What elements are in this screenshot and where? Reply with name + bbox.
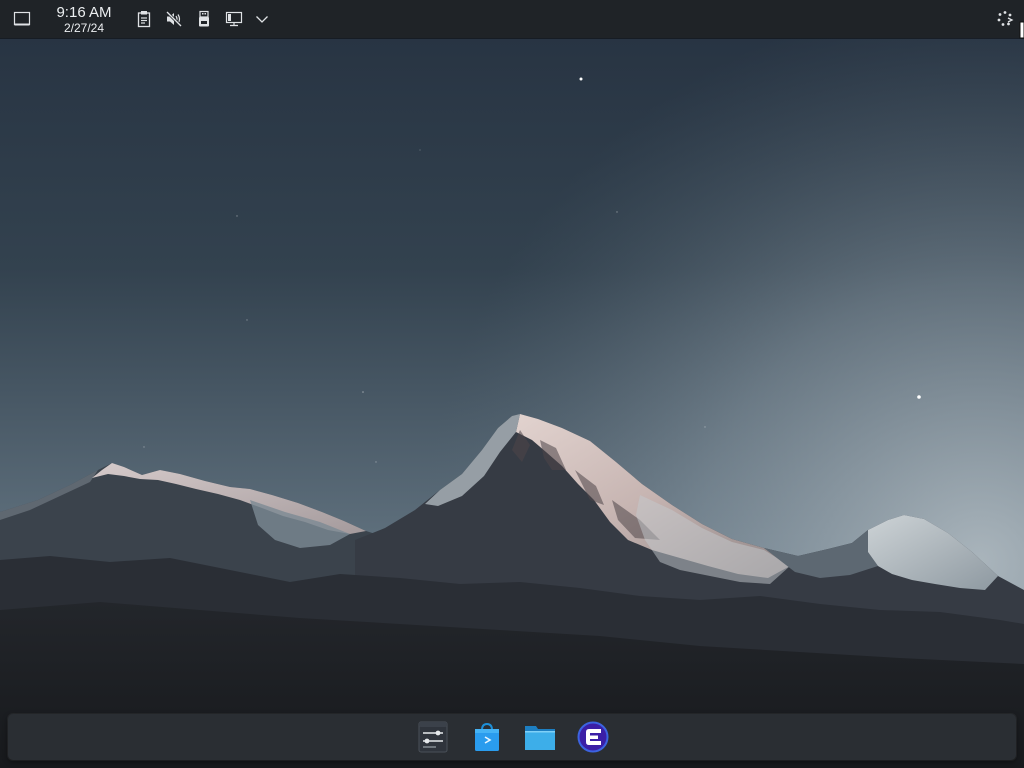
mouse-cursor bbox=[1019, 21, 1024, 39]
discover-store-icon bbox=[473, 722, 501, 752]
purple-f-app-icon bbox=[577, 721, 609, 753]
clock-date: 2/27/24 bbox=[63, 21, 105, 35]
removable-device-button[interactable] bbox=[189, 3, 219, 35]
wallpaper bbox=[0, 0, 1024, 768]
removable-device-icon bbox=[197, 10, 211, 28]
dock-app-system-settings[interactable] bbox=[413, 719, 453, 755]
show-desktop-icon bbox=[13, 11, 31, 27]
dock-app-discover[interactable] bbox=[467, 719, 507, 755]
desktop: 9:16 AM 2/27/24 bbox=[0, 0, 1024, 768]
bottom-dock bbox=[8, 714, 1016, 760]
show-desktop-button[interactable] bbox=[7, 3, 37, 35]
overview-button[interactable] bbox=[990, 3, 1020, 35]
volume-button[interactable] bbox=[159, 3, 189, 35]
clipboard-icon bbox=[136, 10, 152, 28]
volume-muted-icon bbox=[165, 10, 183, 28]
clipboard-button[interactable] bbox=[129, 3, 159, 35]
system-settings-icon bbox=[418, 721, 448, 753]
expand-tray-chevron-icon bbox=[255, 14, 269, 24]
display-configuration-button[interactable] bbox=[219, 3, 249, 35]
overview-icon bbox=[996, 10, 1014, 28]
display-configuration-icon bbox=[225, 11, 243, 27]
dock-app-file-manager[interactable] bbox=[520, 719, 560, 755]
expand-system-tray-button[interactable] bbox=[247, 3, 277, 35]
file-manager-folder-icon bbox=[524, 723, 556, 751]
clock-time: 9:16 AM bbox=[56, 4, 112, 21]
digital-clock[interactable]: 9:16 AM 2/27/24 bbox=[46, 2, 122, 36]
top-panel: 9:16 AM 2/27/24 bbox=[0, 0, 1024, 38]
dock-app-purple-f[interactable] bbox=[573, 719, 613, 755]
